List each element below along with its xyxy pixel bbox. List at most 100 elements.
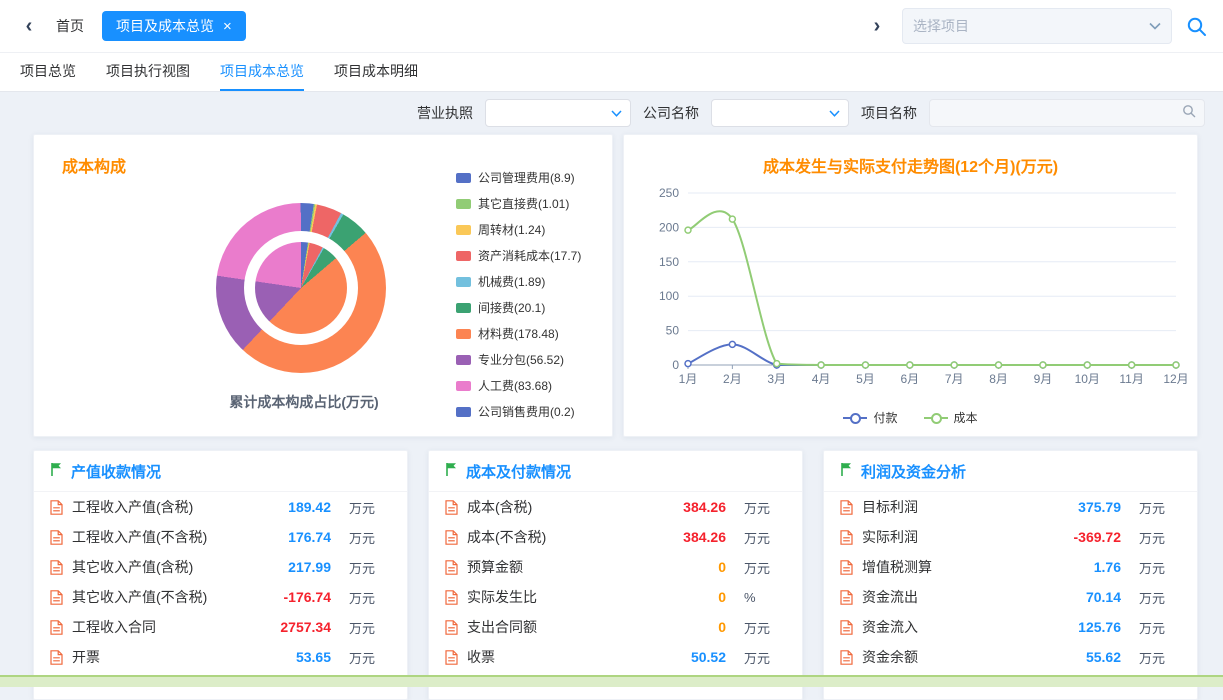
- metric-value: -369.72: [1037, 529, 1121, 545]
- charts-row: 成本构成 公司管理费用(8.9)其它直接费(1.01)周转材(1.24)资产消耗…: [0, 134, 1223, 437]
- metric-unit: 万元: [349, 558, 391, 577]
- pie-legend-item[interactable]: 资产消耗成本(17.7): [456, 247, 581, 264]
- document-icon: [50, 590, 63, 605]
- document-icon: [840, 560, 853, 575]
- metric-value: 125.76: [1037, 619, 1121, 635]
- project-name-label: 项目名称: [861, 103, 917, 123]
- svg-text:9月: 9月: [1034, 372, 1053, 386]
- svg-text:250: 250: [659, 186, 679, 200]
- metric-unit: 万元: [1139, 648, 1181, 667]
- svg-text:2月: 2月: [723, 372, 742, 386]
- legend-swatch-icon: [456, 329, 471, 339]
- document-icon: [840, 500, 853, 515]
- metric-value: 217.99: [247, 559, 331, 575]
- legend-marker-icon: [843, 413, 867, 423]
- pie-chart-inner-ring: [255, 242, 347, 334]
- metric-value: 384.26: [642, 499, 726, 515]
- license-label: 营业执照: [417, 103, 473, 123]
- pie-legend: 公司管理费用(8.9) 其它直接费(1.01) 周转材(1.24) 资产消耗成本(17…: [456, 169, 581, 420]
- svg-text:50: 50: [666, 324, 680, 338]
- metric-unit: 万元: [349, 588, 391, 607]
- metric-row: 实际利润-369.72万元: [824, 522, 1197, 552]
- legend-label: 材料费(178.48): [478, 325, 559, 342]
- search-icon[interactable]: [1182, 104, 1196, 123]
- svg-text:200: 200: [659, 220, 679, 234]
- metric-value: 384.26: [642, 529, 726, 545]
- svg-text:12月: 12月: [1163, 372, 1188, 386]
- metric-unit: 万元: [1139, 558, 1181, 577]
- svg-text:10月: 10月: [1075, 372, 1100, 386]
- chevron-right-icon[interactable]: ›: [864, 15, 890, 38]
- svg-text:7月: 7月: [945, 372, 964, 386]
- metric-label: 实际发生比: [467, 587, 642, 607]
- card-header: 利润及资金分析: [824, 451, 1197, 492]
- chevron-down-icon: [611, 104, 622, 122]
- metric-value: 1.76: [1037, 559, 1121, 575]
- metric-unit: 万元: [1139, 498, 1181, 517]
- metric-row: 资金流出70.14万元: [824, 582, 1197, 612]
- tab-active-project-cost[interactable]: 项目及成本总览 ×: [102, 11, 246, 41]
- tab-project-overview[interactable]: 项目总览: [20, 53, 76, 91]
- close-icon[interactable]: ×: [223, 19, 232, 34]
- metric-unit: 万元: [1139, 528, 1181, 547]
- metric-value: -176.74: [247, 589, 331, 605]
- document-icon: [840, 530, 853, 545]
- metric-unit: 万元: [744, 618, 786, 637]
- filter-bar: 营业执照 公司名称 项目名称: [0, 92, 1223, 134]
- metric-label: 收票: [467, 647, 642, 667]
- pie-chart-hole: [244, 231, 358, 345]
- metric-label: 支出合同额: [467, 617, 642, 637]
- metric-row: 成本(含税)384.26万元: [429, 492, 802, 522]
- document-icon: [50, 620, 63, 635]
- legend-swatch-icon: [456, 277, 471, 287]
- metric-label: 目标利润: [862, 497, 1037, 517]
- line-legend-item[interactable]: 付款: [843, 409, 897, 426]
- metric-value: 2757.34: [247, 619, 331, 635]
- line-legend-item[interactable]: 成本: [924, 409, 978, 426]
- metric-row: 其它收入产值(含税)217.99万元: [34, 552, 407, 582]
- project-select[interactable]: 选择项目: [902, 8, 1172, 44]
- pie-legend-item[interactable]: 机械费(1.89): [456, 273, 581, 290]
- summary-card: 产值收款情况工程收入产值(含税)189.42万元工程收入产值(不含税)176.7…: [33, 450, 408, 700]
- project-name-input[interactable]: [929, 99, 1205, 127]
- tab-project-cost-detail[interactable]: 项目成本明细: [334, 53, 418, 91]
- svg-text:6月: 6月: [900, 372, 919, 386]
- legend-swatch-icon: [456, 303, 471, 313]
- pie-legend-item[interactable]: 材料费(178.48): [456, 325, 581, 342]
- flag-icon: [840, 462, 853, 482]
- metric-label: 开票: [72, 647, 247, 667]
- legend-swatch-icon: [456, 381, 471, 391]
- company-select[interactable]: [711, 99, 849, 127]
- card-header: 产值收款情况: [34, 451, 407, 492]
- metric-unit: 万元: [744, 528, 786, 547]
- metric-row: 实际发生比0%: [429, 582, 802, 612]
- metric-value: 55.62: [1037, 649, 1121, 665]
- pie-legend-item[interactable]: 周转材(1.24): [456, 221, 581, 238]
- legend-swatch-icon: [456, 225, 471, 235]
- pie-legend-item[interactable]: 公司管理费用(8.9): [456, 169, 581, 186]
- pie-legend-item[interactable]: 其它直接费(1.01): [456, 195, 581, 212]
- metric-value: 0: [642, 589, 726, 605]
- document-icon: [445, 650, 458, 665]
- legend-marker-icon: [924, 413, 948, 423]
- tab-home[interactable]: 首页: [56, 16, 84, 36]
- chevron-left-icon[interactable]: ‹: [16, 15, 42, 38]
- metric-row: 资金余额55.62万元: [824, 642, 1197, 672]
- metric-row: 预算金额0万元: [429, 552, 802, 582]
- tab-project-execution-view[interactable]: 项目执行视图: [106, 53, 190, 91]
- metric-unit: 万元: [1139, 588, 1181, 607]
- chevron-down-icon: [1149, 17, 1161, 35]
- metric-row: 工程收入产值(不含税)176.74万元: [34, 522, 407, 552]
- svg-text:0: 0: [672, 358, 679, 372]
- pie-legend-item[interactable]: 间接费(20.1): [456, 299, 581, 316]
- pie-legend-item[interactable]: 专业分包(56.52): [456, 351, 581, 368]
- search-icon[interactable]: [1186, 16, 1207, 37]
- license-select[interactable]: [485, 99, 631, 127]
- document-icon: [445, 620, 458, 635]
- metric-label: 资金流出: [862, 587, 1037, 607]
- company-label: 公司名称: [643, 103, 699, 123]
- metric-label: 其它收入产值(不含税): [72, 587, 247, 607]
- chevron-down-icon: [829, 104, 840, 122]
- tab-project-cost-overview[interactable]: 项目成本总览: [220, 53, 304, 91]
- document-icon: [50, 560, 63, 575]
